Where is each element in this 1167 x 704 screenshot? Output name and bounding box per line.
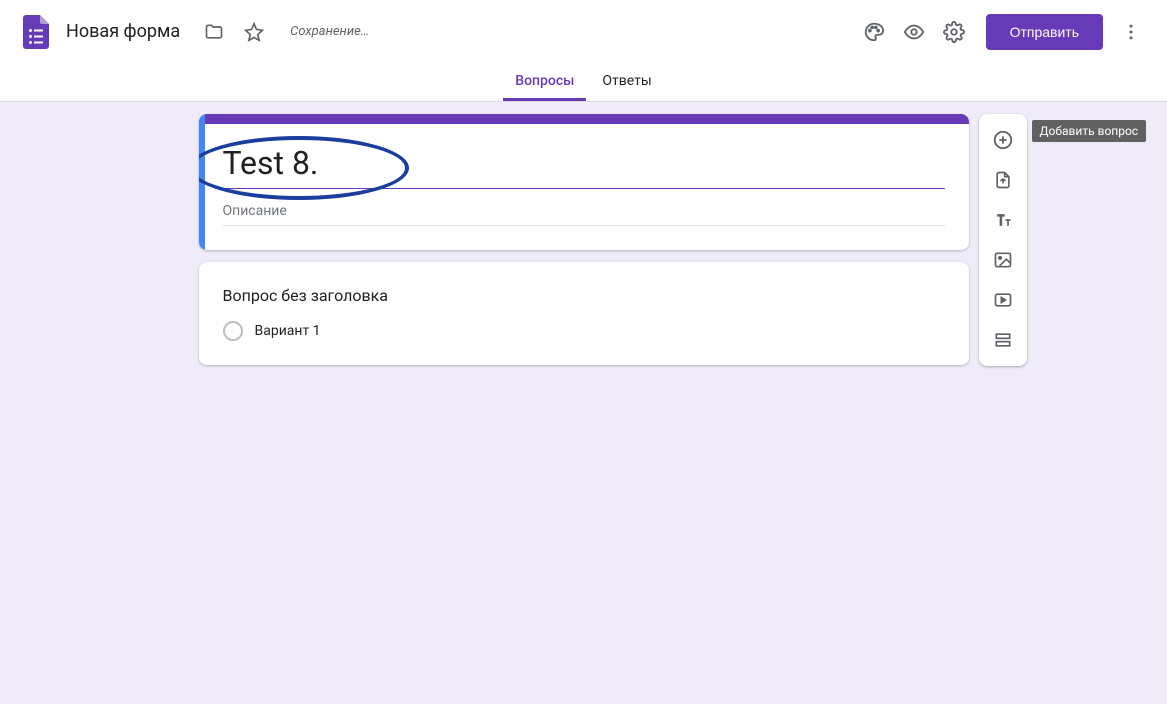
form-title-input[interactable] <box>223 136 945 189</box>
form-header-card[interactable] <box>199 114 969 250</box>
more-menu-button[interactable] <box>1111 12 1151 52</box>
add-section-button[interactable] <box>985 322 1021 358</box>
add-image-button[interactable] <box>985 242 1021 278</box>
question-title: Вопрос без заголовка <box>223 286 945 305</box>
question-option-row: Вариант 1 <box>223 321 945 341</box>
tab-questions[interactable]: Вопросы <box>503 64 586 101</box>
document-title[interactable]: Новая форма <box>64 17 182 46</box>
image-icon <box>993 250 1013 270</box>
import-icon <box>993 170 1013 190</box>
add-title-button[interactable] <box>985 202 1021 238</box>
forms-logo-icon <box>16 12 56 52</box>
editor-tabs: Вопросы Ответы <box>0 64 1167 102</box>
form-description-input[interactable] <box>223 189 945 226</box>
settings-button[interactable] <box>934 12 974 52</box>
plus-circle-icon <box>992 129 1014 151</box>
option-label: Вариант 1 <box>255 323 321 339</box>
send-button[interactable]: Отправить <box>986 14 1103 50</box>
palette-icon <box>863 21 885 43</box>
customize-theme-button[interactable] <box>854 12 894 52</box>
gear-icon <box>943 21 965 43</box>
question-card[interactable]: Вопрос без заголовка Вариант 1 <box>199 262 969 365</box>
add-question-button[interactable] <box>985 122 1021 158</box>
text-icon <box>993 210 1013 230</box>
folder-icon <box>204 22 224 42</box>
eye-icon <box>903 21 925 43</box>
video-icon <box>993 290 1013 310</box>
add-question-tooltip: Добавить вопрос <box>1032 120 1147 142</box>
radio-icon <box>223 321 243 341</box>
star-button[interactable] <box>234 12 274 52</box>
tab-responses[interactable]: Ответы <box>590 64 663 101</box>
add-video-button[interactable] <box>985 282 1021 318</box>
more-vertical-icon <box>1121 22 1141 42</box>
import-questions-button[interactable] <box>985 162 1021 198</box>
save-status: Сохранение… <box>290 24 369 39</box>
preview-button[interactable] <box>894 12 934 52</box>
move-to-folder-button[interactable] <box>194 12 234 52</box>
section-icon <box>993 330 1013 350</box>
floating-toolbar <box>979 114 1027 366</box>
star-icon <box>244 22 264 42</box>
form-canvas: Вопрос без заголовка Вариант 1 <box>0 102 1167 417</box>
app-header: Новая форма Сохранение… Отправить <box>0 0 1167 64</box>
